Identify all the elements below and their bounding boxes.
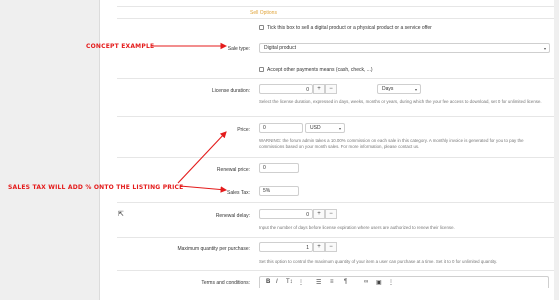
currency-value: USD xyxy=(310,125,321,131)
price-label: Price: xyxy=(237,127,250,133)
more-options-icon[interactable]: ⋮ xyxy=(298,279,304,286)
divider xyxy=(117,157,554,158)
align-icon[interactable]: ≡ xyxy=(330,279,334,285)
currency-select[interactable]: USD ▾ xyxy=(305,123,345,133)
mouse-cursor-icon: ⇱ xyxy=(118,211,124,218)
max-quantity-label: Maximum quantity per purchase: xyxy=(177,246,250,252)
sales-tax-input[interactable]: 5% xyxy=(259,186,299,196)
editor-toolbar: B I T↕ ⋮ ☰ ≡ ¶ ∞ ▣ ⋮ xyxy=(259,276,549,288)
renewal-price-input[interactable]: 0 xyxy=(259,163,299,173)
section-title: Sell Options xyxy=(250,10,277,16)
select-caret-icon: ▾ xyxy=(414,87,417,92)
divider xyxy=(117,6,554,7)
max-quantity-input[interactable]: 1 xyxy=(259,242,313,252)
renewal-price-label: Renewal price: xyxy=(216,167,250,173)
paragraph-icon[interactable]: ¶ xyxy=(344,279,347,285)
select-caret-icon: ▾ xyxy=(338,126,341,131)
link-icon[interactable]: ∞ xyxy=(364,279,368,285)
accept-other-payments-label: Accept other payments means (cash, check… xyxy=(267,67,373,73)
renewal-delay-input[interactable]: 0 xyxy=(259,209,313,219)
concept-example-annotation: CONCEPT EXAMPLE xyxy=(86,43,155,50)
sales-tax-annotation: SALES TAX WILL ADD % ONTO THE LISTING PR… xyxy=(8,184,184,191)
right-gutter xyxy=(554,0,559,300)
price-value: 0 xyxy=(263,125,266,131)
terms-label: Terms and conditions: xyxy=(201,280,250,286)
license-duration-decrement-button[interactable]: − xyxy=(325,84,337,94)
max-quantity-help: Set this option to control the maximum q… xyxy=(259,259,498,264)
text-size-icon[interactable]: T↕ xyxy=(286,279,293,285)
license-duration-increment-button[interactable]: + xyxy=(313,84,325,94)
renewal-price-value: 0 xyxy=(263,165,266,171)
accept-other-payments-checkbox[interactable] xyxy=(259,67,264,72)
divider xyxy=(117,237,554,238)
more-icon[interactable]: ⋮ xyxy=(388,279,394,286)
renewal-delay-increment-button[interactable]: + xyxy=(313,209,325,219)
sales-tax-value: 5% xyxy=(263,188,271,194)
select-caret-icon: ▾ xyxy=(543,46,546,51)
price-help: WARNING: the forum admin takes a 10.00% … xyxy=(259,138,524,149)
divider xyxy=(117,78,554,79)
license-duration-input[interactable]: 0 xyxy=(259,84,313,94)
license-duration-label: License duration: xyxy=(211,88,250,94)
renewal-delay-decrement-button[interactable]: − xyxy=(325,209,337,219)
max-quantity-increment-button[interactable]: + xyxy=(313,242,325,252)
max-quantity-decrement-button[interactable]: − xyxy=(325,242,337,252)
license-duration-unit-value: Days xyxy=(382,86,394,92)
bold-icon[interactable]: B xyxy=(266,279,270,285)
renewal-delay-help: Input the number of days before license … xyxy=(259,225,455,230)
license-duration-value: 0 xyxy=(306,87,309,93)
list-icon[interactable]: ☰ xyxy=(316,279,321,286)
license-duration-help: Select the license duration, expressed i… xyxy=(259,99,542,104)
image-icon[interactable]: ▣ xyxy=(376,279,382,286)
sell-product-checkbox-label: Tick this box to sell a digital product … xyxy=(267,25,432,31)
sell-product-checkbox[interactable] xyxy=(259,25,264,30)
italic-icon[interactable]: I xyxy=(276,279,278,285)
renewal-delay-label: Renewal delay: xyxy=(215,213,250,219)
renewal-delay-value: 0 xyxy=(306,212,309,218)
divider xyxy=(117,202,554,203)
price-input[interactable]: 0 xyxy=(259,123,303,133)
divider xyxy=(117,116,554,117)
sale-type-select[interactable]: Digital product ▾ xyxy=(259,43,550,53)
sale-type-value: Digital product xyxy=(264,45,296,51)
license-duration-unit-select[interactable]: Days ▾ xyxy=(377,84,421,94)
divider xyxy=(117,18,554,19)
max-quantity-value: 1 xyxy=(306,245,309,251)
divider xyxy=(117,270,554,271)
left-sidebar xyxy=(0,0,100,300)
